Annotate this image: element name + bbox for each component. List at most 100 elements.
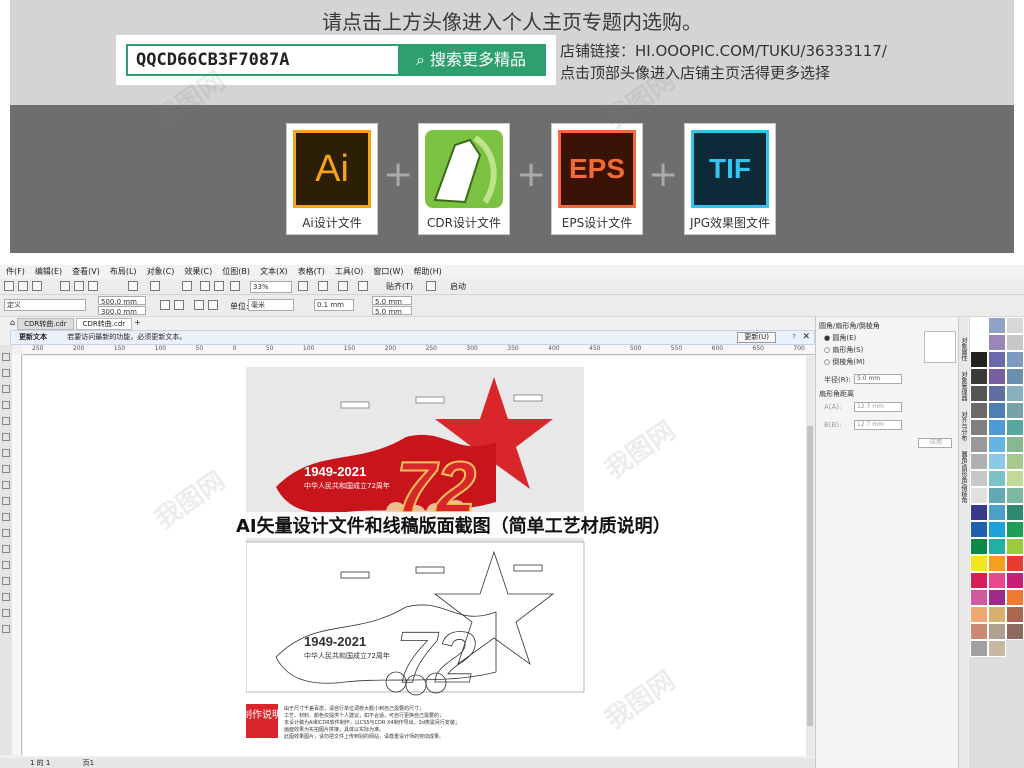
color-swatch[interactable] [1006,572,1024,589]
vertical-scrollbar[interactable] [806,356,814,756]
color-swatch[interactable] [988,419,1006,436]
color-swatch[interactable] [1006,368,1024,385]
all-pages-icon[interactable] [194,300,204,310]
color-swatch[interactable] [988,334,1006,351]
color-swatch[interactable] [988,351,1006,368]
menu-tools[interactable]: 工具(O) [335,265,364,279]
update-button[interactable]: 更新(U) [737,332,776,343]
color-swatch[interactable] [970,334,988,351]
apply-button[interactable]: 应用 [918,438,952,448]
color-swatch[interactable] [970,385,988,402]
menu-file[interactable]: 件(F) [6,265,25,279]
menu-edit[interactable]: 编辑(E) [35,265,62,279]
color-swatch[interactable] [970,606,988,623]
color-swatch[interactable] [1006,436,1024,453]
color-swatch[interactable] [970,623,988,640]
color-swatch[interactable] [1006,606,1024,623]
color-swatch[interactable] [970,317,988,334]
connector-tool-icon[interactable] [2,529,10,537]
landscape-icon[interactable] [174,300,184,310]
grid-icon[interactable] [338,281,348,291]
color-swatch[interactable] [970,521,988,538]
redo-icon[interactable] [150,281,160,291]
option-scallop[interactable]: ○ 扇形角(S) [824,345,863,355]
color-swatch[interactable] [988,368,1006,385]
pick-tool-icon[interactable] [2,353,10,361]
b-input[interactable]: 12.7 mm [854,420,902,430]
parallel-dimension-icon[interactable] [2,513,10,521]
color-swatch[interactable] [1006,385,1024,402]
home-icon[interactable]: ⌂ [10,318,15,330]
page-width-input[interactable]: 500.0 mm [98,296,146,306]
page-height-input[interactable]: 300.0 mm [98,306,146,316]
pdf-icon[interactable] [230,281,240,291]
color-swatch[interactable] [970,453,988,470]
help-icon[interactable]: ? [792,331,796,344]
color-swatch[interactable] [988,555,1006,572]
color-swatch[interactable] [988,623,1006,640]
undo-icon[interactable] [128,281,138,291]
color-swatch[interactable] [988,606,1006,623]
product-code[interactable]: QQCD66CB3F7087A [128,46,398,74]
launch-dropdown[interactable]: 启动 [450,281,466,292]
duplicate-y-input[interactable]: 5.0 mm [372,306,412,316]
color-swatch[interactable] [988,589,1006,606]
current-page-icon[interactable] [208,300,218,310]
search-more-button[interactable]: ⌕ 搜索更多精品 [398,46,544,74]
tab-object-properties[interactable]: 对象属性 [959,337,968,361]
color-swatch[interactable] [970,640,988,657]
color-swatch[interactable] [1006,334,1024,351]
open-icon[interactable] [18,281,28,291]
eyedropper-tool-icon[interactable] [2,577,10,585]
color-swatch[interactable] [970,504,988,521]
color-swatch[interactable] [1006,589,1024,606]
scroll-thumb[interactable] [807,426,813,726]
add-tab-icon[interactable]: + [134,318,141,330]
preset-select[interactable]: 定义 [4,299,86,311]
color-swatch[interactable] [988,504,1006,521]
menu-help[interactable]: 帮助(H) [414,265,442,279]
color-swatch[interactable] [988,487,1006,504]
rectangle-tool-icon[interactable] [2,449,10,457]
option-round[interactable]: ● 圆角(E) [824,333,856,343]
color-swatch[interactable] [970,470,988,487]
shop-link-line[interactable]: 店铺链接：HI.OOOPIC.COM/TUKU/36333117/ [560,40,887,62]
fill-tool-icon[interactable] [2,593,10,601]
color-swatch[interactable] [1006,555,1024,572]
color-swatch[interactable] [1006,351,1024,368]
color-swatch[interactable] [1006,521,1024,538]
menu-layout[interactable]: 布局(L) [110,265,137,279]
tab-align[interactable]: 对齐与分布 [959,411,968,441]
fullscreen-icon[interactable] [298,281,308,291]
color-swatch[interactable] [1006,470,1024,487]
color-swatch[interactable] [1006,623,1024,640]
color-swatch[interactable] [970,436,988,453]
color-swatch[interactable] [1006,538,1024,555]
color-swatch[interactable] [988,402,1006,419]
color-swatch[interactable] [1006,419,1024,436]
ellipse-tool-icon[interactable] [2,465,10,473]
menu-view[interactable]: 查看(V) [72,265,100,279]
color-swatch[interactable] [988,317,1006,334]
gear-icon[interactable] [426,281,436,291]
color-swatch[interactable] [1006,487,1024,504]
zoom-select[interactable]: 33% [250,281,292,293]
shape-tool-icon[interactable] [2,369,10,377]
transparency-tool-icon[interactable] [2,561,10,569]
guides-icon[interactable] [358,281,368,291]
paste-icon[interactable] [88,281,98,291]
crop-tool-icon[interactable] [2,385,10,393]
artistic-media-icon[interactable] [2,433,10,441]
menu-effects[interactable]: 效果(C) [184,265,212,279]
page-tab[interactable]: 页1 [83,759,94,767]
color-swatch[interactable] [988,436,1006,453]
option-chamfer[interactable]: ○ 倒棱角(M) [824,357,865,367]
new-icon[interactable] [4,281,14,291]
page-count[interactable]: 1 的 1 [30,759,50,767]
save-icon[interactable] [32,281,42,291]
menu-text[interactable]: 文本(X) [260,265,288,279]
snap-to-dropdown[interactable]: 贴齐(T) [386,281,413,292]
smart-fill-icon[interactable] [2,609,10,617]
color-swatch[interactable] [1006,402,1024,419]
cut-icon[interactable] [60,281,70,291]
